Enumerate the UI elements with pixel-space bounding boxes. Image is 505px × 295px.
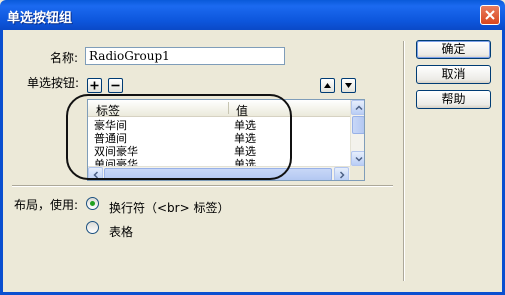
title-bar[interactable]: 单选按钮组: [0, 0, 505, 30]
radio-line-break[interactable]: [86, 197, 99, 210]
column-divider[interactable]: [228, 102, 229, 114]
add-button[interactable]: [87, 78, 102, 93]
radio-buttons-list[interactable]: 标签 值 豪华间 单选 普通间 单选 双间豪华 单选 单间豪华 单选: [87, 99, 365, 181]
close-icon: [485, 10, 495, 20]
chevron-right-icon: [339, 171, 345, 179]
item-label: 双间豪华: [94, 145, 138, 158]
vertical-scroll-thumb[interactable]: [352, 116, 364, 134]
move-up-button[interactable]: [320, 78, 335, 93]
radio-buttons-label: 单选按钮:: [27, 76, 80, 90]
remove-button[interactable]: [108, 78, 123, 93]
window-frame-left: [0, 30, 3, 295]
chevron-left-icon: [93, 171, 99, 179]
dialog-title: 单选按钮组: [7, 11, 73, 26]
dialog-window: 单选按钮组 名称: 单选按钮: 标签: [0, 0, 505, 295]
layout-label: 布局，使用:: [14, 198, 79, 212]
horizontal-scrollbar[interactable]: [88, 166, 350, 180]
item-value: 单选: [234, 119, 256, 132]
item-value: 单选: [234, 145, 256, 158]
vertical-scrollbar[interactable]: [350, 100, 364, 166]
divider-vertical: [403, 41, 405, 281]
option-line-break-label[interactable]: 换行符（<br> 标签）: [109, 199, 229, 216]
option-table-label[interactable]: 表格: [109, 223, 133, 240]
triangle-up-icon: [324, 83, 331, 88]
scroll-left-button[interactable]: [88, 167, 103, 180]
minus-icon: [111, 84, 120, 87]
radio-table[interactable]: [86, 221, 99, 234]
scroll-up-button[interactable]: [351, 100, 364, 115]
scroll-right-button[interactable]: [334, 167, 349, 180]
plus-icon: [90, 81, 99, 90]
close-button[interactable]: [480, 5, 500, 25]
name-label: 名称:: [50, 51, 79, 65]
cancel-button[interactable]: 取消: [416, 65, 491, 84]
list-item[interactable]: 豪华间 单选: [88, 119, 350, 132]
item-value: 单选: [234, 132, 256, 145]
list-item[interactable]: 双间豪华 单选: [88, 145, 350, 158]
chevron-down-icon: [355, 156, 363, 162]
help-button[interactable]: 帮助: [416, 90, 491, 109]
list-header: 标签 值: [88, 100, 350, 119]
list-item[interactable]: 普通间 单选: [88, 132, 350, 145]
ok-button[interactable]: 确定: [416, 40, 491, 59]
item-label: 豪华间: [94, 119, 127, 132]
horizontal-scroll-thumb[interactable]: [104, 168, 332, 180]
move-down-button[interactable]: [341, 78, 356, 93]
triangle-down-icon: [345, 83, 352, 88]
scrollbar-corner: [350, 166, 364, 180]
scroll-down-button[interactable]: [351, 151, 364, 166]
name-input[interactable]: [85, 47, 285, 65]
divider-horizontal: [12, 185, 393, 187]
radio-selected-dot: [90, 201, 95, 206]
item-label: 普通间: [94, 132, 127, 145]
column-header-value[interactable]: 值: [236, 102, 248, 119]
column-header-label[interactable]: 标签: [96, 102, 120, 119]
chevron-up-icon: [355, 105, 363, 111]
